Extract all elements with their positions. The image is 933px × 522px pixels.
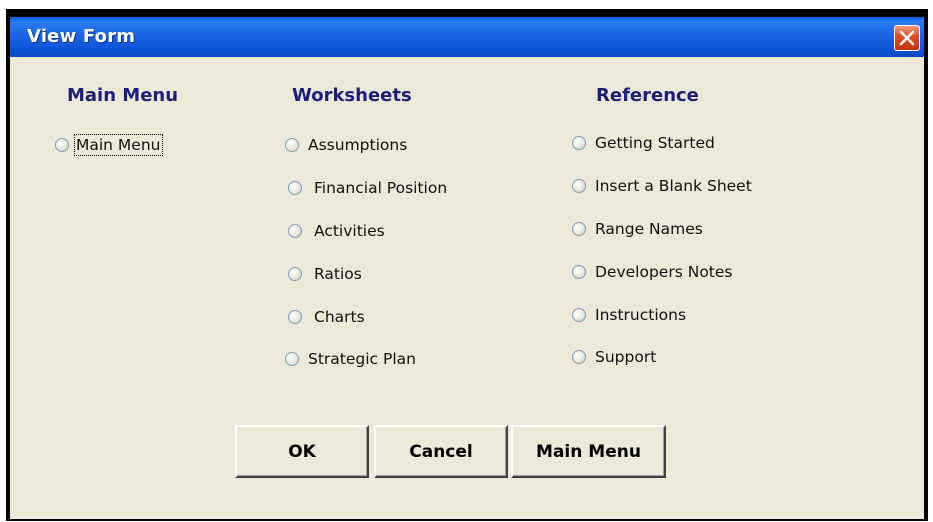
radio-option-getting-started[interactable]: Getting Started	[572, 132, 715, 154]
heading-reference: Reference	[596, 85, 699, 106]
radio-option-financial-position[interactable]: Financial Position	[288, 177, 447, 199]
radio-label: Activities	[314, 222, 385, 240]
radio-button[interactable]	[288, 310, 302, 324]
radio-label: Financial Position	[314, 179, 448, 197]
cancel-button[interactable]: Cancel	[374, 425, 508, 478]
radio-button[interactable]	[572, 265, 586, 279]
window-title: View Form	[27, 26, 136, 47]
radio-label: Ratios	[314, 265, 362, 283]
view-form-window: View Form Main Menu Worksheets Reference…	[6, 9, 928, 521]
radio-button[interactable]	[572, 350, 586, 364]
radio-option-ratios[interactable]: Ratios	[288, 263, 362, 285]
form-body: Main Menu Worksheets Reference Main Menu…	[10, 57, 924, 519]
radio-button[interactable]	[285, 352, 299, 366]
radio-button[interactable]	[288, 267, 302, 281]
radio-option-instructions[interactable]: Instructions	[572, 304, 686, 326]
radio-button[interactable]	[288, 181, 302, 195]
radio-label: Range Names	[595, 220, 703, 238]
close-icon	[899, 30, 915, 46]
radio-button[interactable]	[572, 308, 586, 322]
radio-option-insert-blank-sheet[interactable]: Insert a Blank Sheet	[572, 175, 752, 197]
radio-label: Strategic Plan	[308, 350, 416, 368]
close-button[interactable]	[894, 25, 920, 51]
radio-option-main-menu[interactable]: Main Menu	[55, 134, 163, 156]
radio-label: Developers Notes	[595, 263, 733, 281]
title-bar[interactable]: View Form	[10, 17, 924, 57]
radio-option-range-names[interactable]: Range Names	[572, 218, 703, 240]
radio-button[interactable]	[572, 222, 586, 236]
radio-option-developers-notes[interactable]: Developers Notes	[572, 261, 733, 283]
radio-button[interactable]	[572, 136, 586, 150]
heading-worksheets: Worksheets	[292, 85, 412, 106]
radio-label: Getting Started	[595, 134, 715, 152]
radio-label: Charts	[314, 308, 365, 326]
radio-label: Support	[595, 348, 657, 366]
radio-button[interactable]	[572, 179, 586, 193]
radio-label: Instructions	[595, 306, 687, 324]
radio-label: Insert a Blank Sheet	[595, 177, 752, 195]
heading-main-menu: Main Menu	[67, 85, 179, 106]
radio-label: Main Menu	[74, 134, 163, 156]
radio-option-strategic-plan[interactable]: Strategic Plan	[285, 348, 416, 370]
main-menu-button[interactable]: Main Menu	[511, 425, 666, 478]
radio-button[interactable]	[288, 224, 302, 238]
radio-option-activities[interactable]: Activities	[288, 220, 385, 242]
radio-option-assumptions[interactable]: Assumptions	[285, 134, 407, 156]
radio-label: Assumptions	[308, 136, 408, 154]
radio-button[interactable]	[55, 138, 69, 152]
ok-button[interactable]: OK	[235, 425, 369, 478]
radio-option-charts[interactable]: Charts	[288, 306, 365, 328]
radio-button[interactable]	[285, 138, 299, 152]
radio-option-support[interactable]: Support	[572, 346, 656, 368]
